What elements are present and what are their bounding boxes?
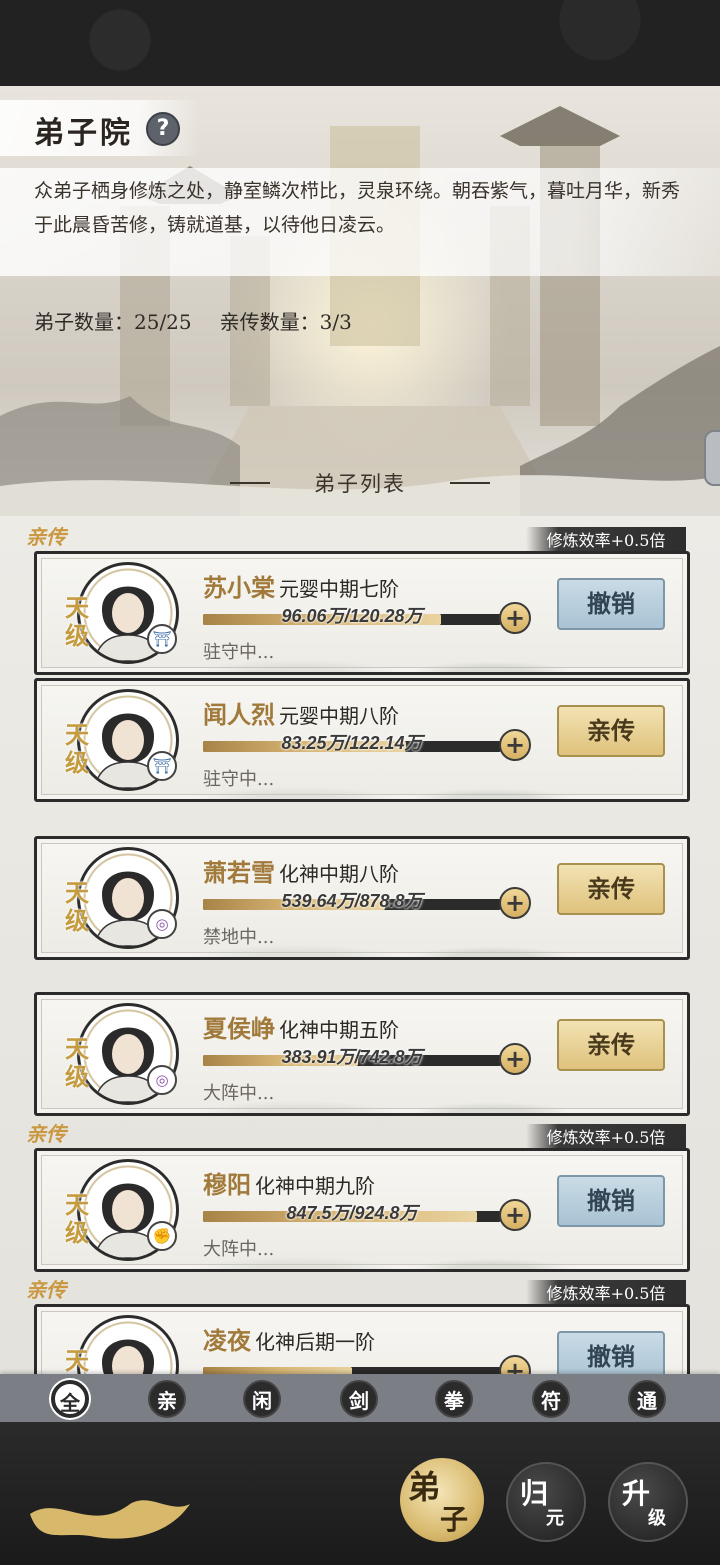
help-icon[interactable]: ?	[146, 112, 180, 146]
fist-icon: ✊	[147, 1221, 177, 1251]
disciple-status: 驻守中...	[203, 642, 275, 663]
swirl-icon: ◎	[147, 909, 177, 939]
nav-return-button[interactable]: 归 元	[506, 1462, 586, 1542]
filter-tab-bar: 全 亲 闲 剑 拳 符 通	[0, 1374, 720, 1422]
disciple-name-row: 夏侯峥 化神中期五阶	[203, 1009, 399, 1044]
disciple-card[interactable]: 天级 ◎ 萧若雪 化神中期八阶 539.64万/878.8万 + 禁地中... 亲传	[34, 836, 690, 960]
disciple-name-row: 闻人烈 元婴中期八阶	[203, 695, 399, 730]
nav-upgrade-button[interactable]: 升 级	[608, 1462, 688, 1542]
disciple-status: 驻守中...	[203, 769, 275, 790]
nav-label-top: 升	[622, 1477, 651, 1510]
make-inner-button[interactable]: 亲传	[557, 863, 665, 915]
nav-label-bottom: 级	[648, 1508, 666, 1529]
progress-text: 847.5万/924.8万	[286, 1203, 418, 1223]
make-inner-button[interactable]: 亲传	[557, 705, 665, 757]
disciple-card[interactable]: 天级 ⛩ 闻人烈 元婴中期八阶 83.25万/122.14万 + 驻守中... 亲传	[34, 678, 690, 802]
make-inner-button[interactable]: 亲传	[557, 1019, 665, 1071]
disciple-name: 夏侯峥	[203, 1014, 275, 1043]
pagoda-icon: ⛩	[147, 751, 177, 781]
nav-label-top: 归	[520, 1477, 549, 1510]
disciple-card[interactable]: 天级 ⛩ 苏小棠 元婴中期七阶 96.06万/120.28万 + 驻守中... 撤销	[34, 551, 690, 675]
cultivation-progress-bar: 539.64万/878.8万	[203, 891, 501, 911]
revoke-button[interactable]: 撤销	[557, 578, 665, 630]
disciple-name: 苏小棠	[203, 573, 275, 602]
progress-text: 383.91万/742.8万	[281, 1047, 423, 1067]
progress-text: 96.06万/120.28万	[281, 606, 423, 626]
disciple-status: 禁地中...	[203, 927, 275, 948]
disciple-name-row: 苏小棠 元婴中期七阶	[203, 568, 399, 603]
add-cultivation-button[interactable]: +	[499, 602, 531, 634]
revoke-button[interactable]: 撤销	[557, 1175, 665, 1227]
tab-sword[interactable]: 剑	[340, 1380, 378, 1418]
progress-text: 83.25万/122.14万	[281, 733, 423, 753]
inner-disciple-tag: 亲传	[26, 525, 66, 549]
tab-talisman[interactable]: 符	[532, 1380, 570, 1418]
cultivation-realm: 化神中期五阶	[279, 1018, 399, 1042]
nav-label-top: 弟	[408, 1468, 441, 1506]
add-cultivation-button[interactable]: +	[499, 1199, 531, 1231]
rank-label: 天级	[65, 593, 89, 650]
rank-label: 天级	[65, 878, 89, 935]
disciple-card[interactable]: 天级 ◎ 夏侯峥 化神中期五阶 383.91万/742.8万 + 大阵中... 亲传	[34, 992, 690, 1116]
disciple-name: 闻人烈	[203, 700, 275, 729]
cultivation-realm: 化神中期九阶	[255, 1174, 375, 1198]
add-cultivation-button[interactable]: +	[499, 729, 531, 761]
side-drawer-handle[interactable]	[704, 430, 720, 486]
rank-label: 天级	[65, 1190, 89, 1247]
rank-label: 天级	[65, 1034, 89, 1091]
tab-idle[interactable]: 闲	[243, 1380, 281, 1418]
cultivation-progress-bar: 96.06万/120.28万	[203, 606, 501, 626]
tab-inner[interactable]: 亲	[148, 1380, 186, 1418]
cultivation-realm: 元婴中期八阶	[279, 704, 399, 728]
disciple-status: 大阵中...	[203, 1083, 275, 1104]
disciple-name: 凌夜	[203, 1326, 251, 1355]
page-title: 弟子院	[34, 116, 133, 151]
disciple-name-row: 穆阳 化神中期九阶	[203, 1165, 375, 1200]
inner-count: 亲传数量：3/3	[219, 310, 352, 334]
cultivation-progress-bar: 83.25万/122.14万	[203, 733, 501, 753]
disciple-name: 穆阳	[203, 1170, 251, 1199]
disciple-name-row: 凌夜 化神后期一阶	[203, 1321, 375, 1356]
list-title-group: 弟子列表	[230, 468, 490, 498]
bottom-nav-bar: 弟 子 归 元 升 级	[0, 1422, 720, 1565]
cultivation-progress-bar: 847.5万/924.8万	[203, 1203, 501, 1223]
tab-fist[interactable]: 拳	[435, 1380, 473, 1418]
counts-row: 弟子数量：25/25 亲传数量：3/3	[34, 306, 380, 335]
progress-text: 539.64万/878.8万	[281, 891, 423, 911]
cultivation-realm: 化神中期八阶	[279, 862, 399, 886]
cultivation-realm: 元婴中期七阶	[279, 577, 399, 601]
inner-disciple-tag: 亲传	[26, 1122, 66, 1146]
disciple-list[interactable]: 亲传 修炼效率+0.5倍 天级 ⛩ 苏小棠 元婴中期七阶 96.06万/120.28万 + 驻守…	[0, 516, 720, 1428]
nav-label-bottom: 元	[546, 1508, 564, 1529]
tab-all[interactable]: 全	[51, 1380, 89, 1418]
cultivation-progress-bar: 383.91万/742.8万	[203, 1047, 501, 1067]
top-status-bar	[0, 0, 720, 86]
swirl-icon: ◎	[147, 1065, 177, 1095]
nav-disciples-button[interactable]: 弟 子	[400, 1458, 484, 1542]
inner-disciple-tag: 亲传	[26, 1278, 66, 1302]
disciple-card[interactable]: 天级 ✊ 穆阳 化神中期九阶 847.5万/924.8万 + 大阵中... 撤销	[34, 1148, 690, 1272]
rank-label: 天级	[65, 720, 89, 777]
tab-general[interactable]: 通	[628, 1380, 666, 1418]
disciple-status: 大阵中...	[203, 1239, 275, 1260]
disciple-count: 弟子数量：25/25	[34, 310, 192, 334]
add-cultivation-button[interactable]: +	[499, 887, 531, 919]
nav-label-bottom: 子	[440, 1503, 469, 1536]
add-cultivation-button[interactable]: +	[499, 1043, 531, 1075]
page-description: 众弟子栖身修炼之处，静室鳞次栉比，灵泉环绕。朝吞紫气，暮吐月华，新秀于此晨昏苦修…	[34, 180, 681, 236]
right-ornament	[450, 482, 490, 484]
disciple-name: 萧若雪	[203, 858, 275, 887]
pagoda-icon: ⛩	[147, 624, 177, 654]
cultivation-realm: 化神后期一阶	[255, 1330, 375, 1354]
cloud-ornament-icon	[30, 1500, 190, 1539]
disciple-name-row: 萧若雪 化神中期八阶	[203, 853, 399, 888]
